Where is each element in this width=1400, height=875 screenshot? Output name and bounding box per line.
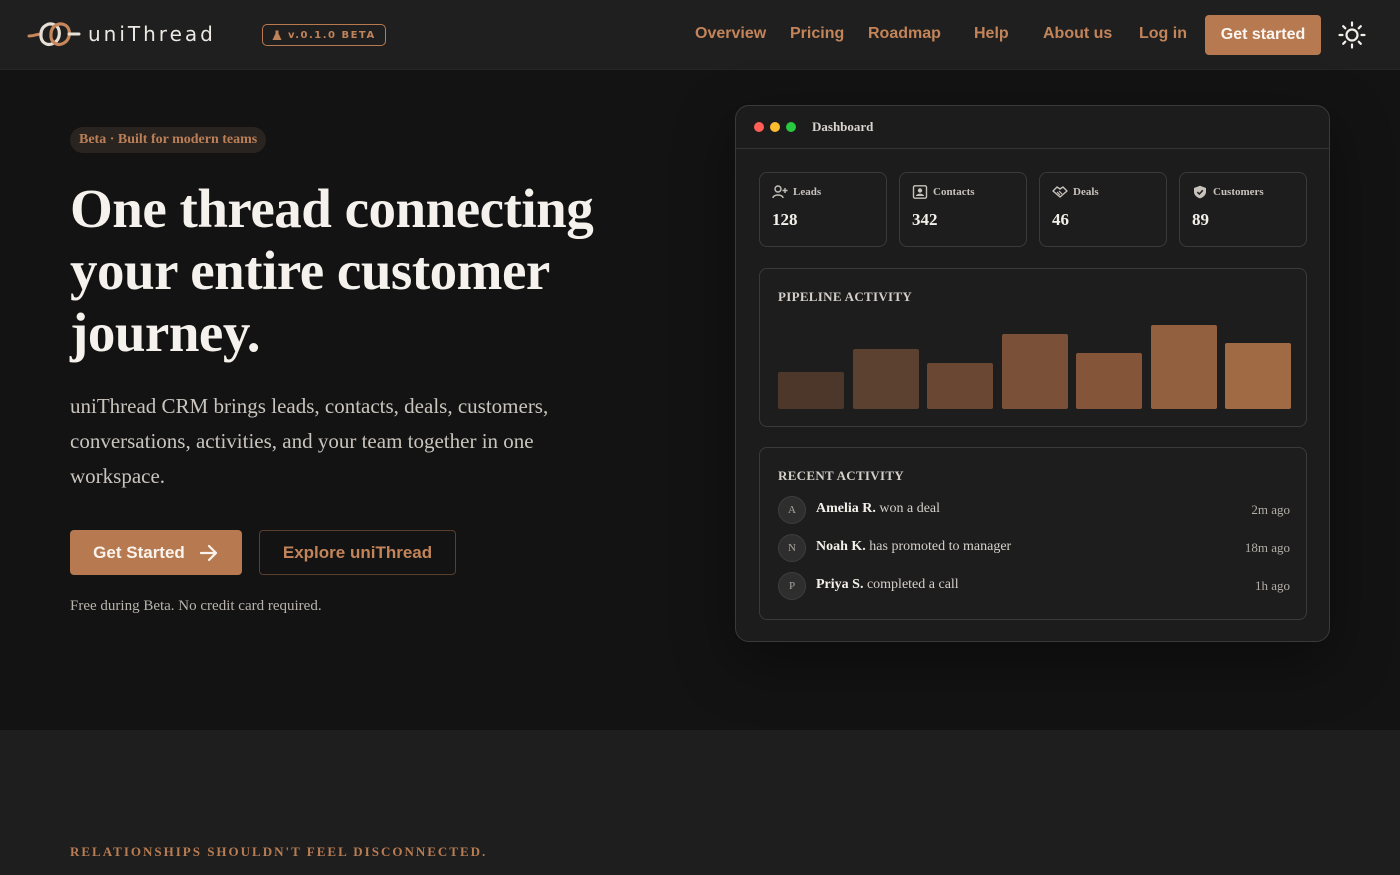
avatar: N [778, 534, 806, 562]
stat-value-deals: 46 [1052, 210, 1069, 229]
hero-note: Free during Beta. No credit card require… [70, 598, 322, 614]
pipeline-bar [1076, 353, 1142, 409]
activity-item[interactable]: P Priya S. completed a call 1h ago [778, 572, 1290, 600]
activity-user-name: Priya S. [816, 577, 864, 592]
activity-user-name: Amelia R. [816, 501, 876, 516]
stat-label-contacts: Contacts [933, 186, 975, 198]
pipeline-bar [1150, 325, 1217, 409]
window-close-dot [754, 122, 764, 132]
window-minimize-dot [770, 122, 780, 132]
nav-link-roadmap[interactable]: Roadmap [868, 25, 941, 43]
nav-link-log-in[interactable]: Log in [1139, 25, 1187, 43]
stat-value-customers: 89 [1192, 210, 1209, 229]
top-navbar: uniThread v.0.1.0 BETA Overview Pricing … [0, 0, 1400, 70]
pipeline-activity-panel: PIPELINE ACTIVITY [759, 268, 1307, 427]
pipeline-bar [1225, 343, 1291, 409]
dashboard-titlebar: Dashboard [736, 106, 1329, 149]
section-eyebrow: RELATIONSHIPS SHOULDN'T FEEL DISCONNECTE… [70, 844, 488, 859]
activity-time: 2m ago [1251, 502, 1290, 517]
brand-logo[interactable]: uniThread [27, 17, 216, 51]
stat-card-deals: Deals 46 [1039, 172, 1167, 247]
activity-action: won a deal [879, 501, 941, 516]
pipeline-bar [778, 372, 844, 409]
brand-name: uniThread [88, 22, 216, 46]
handshake-icon [1052, 186, 1068, 198]
version-badge: v.0.1.0 BETA [262, 24, 386, 46]
recent-activity-panel: RECENT ACTIVITY A Amelia R. won a deal 2… [759, 447, 1307, 620]
shield-check-icon [1194, 185, 1206, 199]
stat-label-leads: Leads [793, 186, 822, 198]
avatar: A [778, 496, 806, 524]
arrow-right-icon [199, 544, 217, 561]
pipeline-bar [852, 349, 919, 409]
nav-link-help[interactable]: Help [974, 25, 1009, 43]
stat-card-leads: Leads 128 [759, 172, 887, 247]
pipeline-activity-title: PIPELINE ACTIVITY [778, 289, 913, 304]
nav-link-about-us[interactable]: About us [1043, 25, 1112, 43]
dashboard-preview: Dashboard Leads 128 Contacts 342 Deals 4… [735, 105, 1330, 642]
stat-card-customers: Customers 89 [1179, 172, 1307, 247]
activity-action: completed a call [866, 577, 959, 592]
user-plus-icon [772, 185, 788, 199]
dashboard-title: Dashboard [812, 119, 874, 134]
version-badge-label: v.0.1.0 BETA [288, 29, 376, 41]
activity-item[interactable]: A Amelia R. won a deal 2m ago [778, 496, 1290, 524]
activity-item[interactable]: N Noah K. has promoted to manager 18m ag… [778, 534, 1290, 562]
activity-time: 18m ago [1244, 540, 1290, 555]
flask-icon [272, 30, 282, 40]
stat-value-leads: 128 [772, 210, 798, 229]
window-maximize-dot [786, 122, 796, 132]
nav-link-pricing[interactable]: Pricing [790, 25, 844, 43]
stat-value-contacts: 342 [912, 210, 938, 229]
activity-action: has promoted to manager [869, 539, 1012, 554]
pipeline-bar [927, 363, 993, 409]
nav-link-overview[interactable]: Overview [695, 25, 766, 43]
sun-icon[interactable] [1338, 21, 1366, 49]
hero-subtitle: uniThread CRM brings leads, contacts, de… [70, 394, 549, 488]
hero-pill-badge: Beta · Built for modern teams [70, 127, 267, 153]
contact-card-icon [912, 185, 928, 199]
pipeline-bar [1001, 334, 1068, 409]
explore-unithread-button[interactable]: Explore uniThread [259, 530, 456, 575]
stat-card-contacts: Contacts 342 [899, 172, 1027, 247]
activity-time: 1h ago [1254, 578, 1290, 593]
stat-label-deals: Deals [1073, 186, 1099, 198]
get-started-hero-label: Get Started [93, 542, 185, 562]
recent-activity-title: RECENT ACTIVITY [778, 468, 904, 483]
relationships-section: RELATIONSHIPS SHOULDN'T FEEL DISCONNECTE… [0, 730, 1400, 875]
stat-label-customers: Customers [1213, 186, 1264, 198]
get-started-nav-button[interactable]: Get started [1205, 15, 1321, 55]
thread-knot-icon [27, 22, 81, 46]
avatar: P [778, 572, 806, 600]
activity-user-name: Noah K. [816, 539, 866, 554]
get-started-hero-button[interactable]: Get Started [70, 530, 242, 575]
hero-title: One thread connecting your entire custom… [70, 178, 594, 363]
